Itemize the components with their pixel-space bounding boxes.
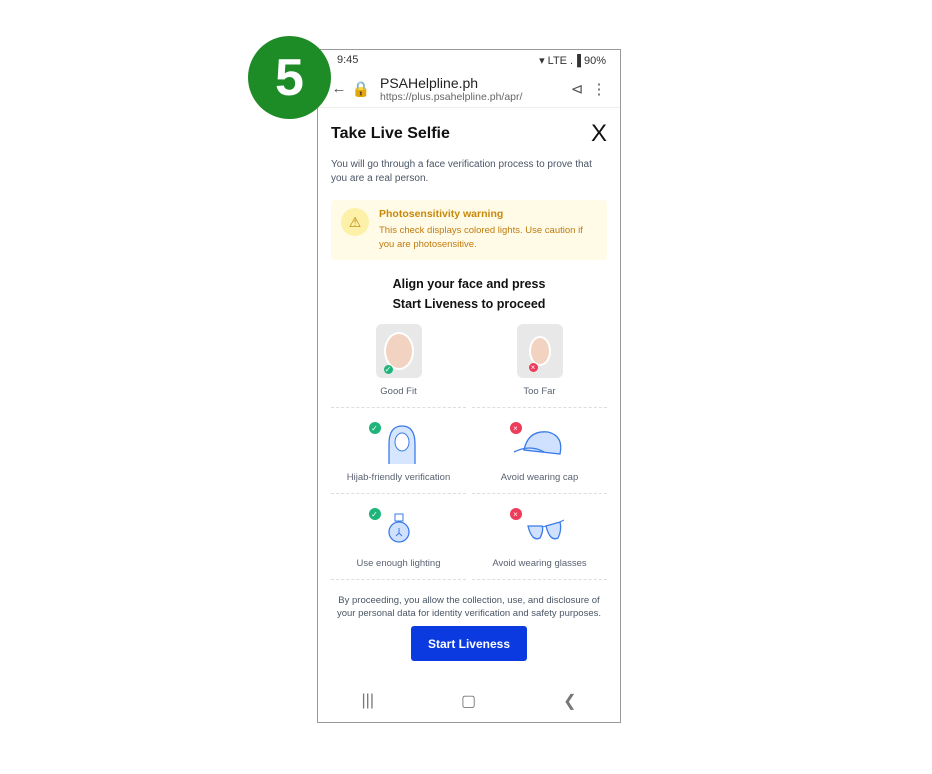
status-bar: 9:45 ▾ LTE .▐ 90%: [318, 50, 620, 70]
tip-label: Avoid wearing glasses: [492, 558, 587, 569]
phone-screen: 9:45 ▾ LTE .▐ 90% ← 🔒 PSAHelpline.ph htt…: [317, 49, 621, 723]
check-icon: ✓: [368, 422, 381, 434]
warning-text: This check displays colored lights. Use …: [379, 225, 583, 250]
tip-label: Too Far: [523, 386, 556, 397]
status-time: 9:45: [337, 54, 359, 66]
photosensitivity-warning: ⚠ Photosensitivity warning This check di…: [331, 200, 607, 260]
tip-label: Use enough lighting: [356, 558, 441, 569]
tip-hijab: ✓ Hijab-friendly verification: [331, 408, 466, 494]
instruction: Align your face and press Start Liveness…: [331, 274, 607, 314]
good-fit-photo: ✓: [375, 324, 422, 378]
url-area[interactable]: PSAHelpline.ph https://plus.psahelpline.…: [380, 75, 566, 103]
instruction-line-1: Align your face and press: [392, 277, 546, 291]
home-icon[interactable]: ▢: [461, 691, 476, 711]
lock-icon[interactable]: 🔒: [350, 80, 372, 98]
url-text: https://plus.psahelpline.ph/apr/: [380, 90, 523, 103]
warning-title: Photosensitivity warning: [379, 208, 504, 220]
cross-icon: ×: [509, 422, 522, 434]
hijab-illustration: ✓: [368, 422, 429, 464]
recent-apps-icon[interactable]: |||: [362, 692, 374, 710]
browser-bar: ← 🔒 PSAHelpline.ph https://plus.psahelpl…: [318, 70, 620, 108]
back-icon[interactable]: ❮: [563, 691, 576, 711]
tip-label: Hijab-friendly verification: [346, 472, 451, 483]
site-title: PSAHelpline.ph: [380, 74, 479, 91]
tip-label: Good Fit: [380, 386, 417, 397]
step-badge: 5: [248, 36, 331, 119]
signal-icons: ▾ LTE .▐: [539, 54, 581, 67]
close-button[interactable]: X: [591, 120, 607, 148]
more-options-icon[interactable]: ⋮: [588, 80, 610, 98]
glasses-illustration: ×: [509, 508, 570, 550]
tip-good-fit: ✓ Good Fit: [331, 322, 466, 408]
back-arrow-icon[interactable]: ←: [328, 80, 350, 97]
page-title: Take Live Selfie: [331, 125, 450, 142]
cross-icon: ×: [528, 363, 538, 372]
tip-label: Avoid wearing cap: [500, 472, 579, 483]
tips-grid: ✓ Good Fit × Too Far ✓ Hijab-friendly ve…: [331, 322, 607, 580]
battery-level: 90%: [583, 54, 606, 67]
instruction-line-2: Start Liveness to proceed: [392, 297, 546, 311]
tip-too-far: × Too Far: [472, 322, 607, 408]
cap-illustration: ×: [509, 422, 570, 464]
tip-lighting: ✓ Use enough lighting: [331, 494, 466, 580]
consent-text: By proceeding, you allow the collection,…: [336, 595, 602, 619]
android-nav-bar: ||| ▢ ❮: [318, 680, 620, 722]
tip-glasses: × Avoid wearing glasses: [472, 494, 607, 580]
check-icon: ✓: [368, 508, 381, 520]
share-icon[interactable]: ⊲: [566, 80, 588, 98]
cross-icon: ×: [509, 508, 522, 520]
lightbulb-illustration: ✓: [368, 508, 429, 550]
tip-cap: × Avoid wearing cap: [472, 408, 607, 494]
check-icon: ✓: [383, 365, 393, 374]
description: You will go through a face verification …: [331, 159, 592, 184]
too-far-photo: ×: [516, 324, 563, 378]
warning-icon: ⚠: [341, 208, 369, 236]
start-liveness-button[interactable]: Start Liveness: [411, 626, 527, 661]
